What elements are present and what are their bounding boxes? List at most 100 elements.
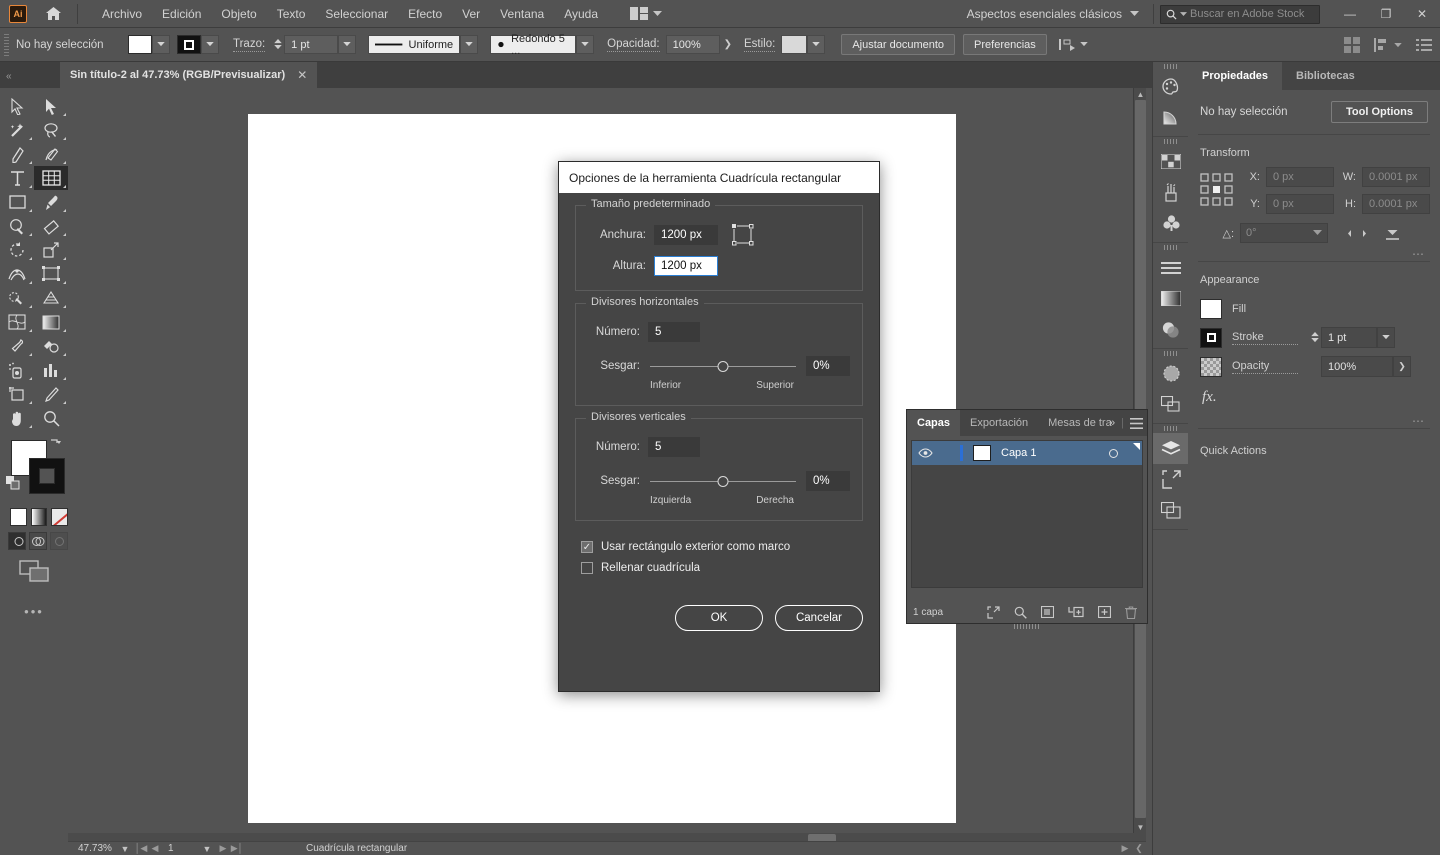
opacity-input[interactable]: 100% — [1321, 356, 1393, 377]
reference-point-icon[interactable] — [1200, 173, 1234, 207]
rectangle-tool[interactable] — [0, 190, 34, 214]
draw-inside-button[interactable] — [50, 532, 68, 550]
stroke-weight-dropdown[interactable] — [338, 35, 357, 54]
h-skew-knob[interactable] — [717, 360, 729, 372]
prev-artboard-button[interactable]: ◀ — [148, 843, 162, 854]
stroke-dropdown-arrow[interactable] — [201, 35, 219, 54]
rectangular-grid-tool[interactable] — [34, 166, 68, 190]
rail-grip[interactable] — [1153, 62, 1188, 71]
selection-tool[interactable] — [0, 94, 34, 118]
fill-dropdown-arrow[interactable] — [152, 35, 170, 54]
stroke-profile-dropdown[interactable] — [460, 35, 479, 54]
lasso-tool[interactable] — [34, 118, 68, 142]
layers-panel-icon[interactable] — [1153, 433, 1189, 464]
height-input[interactable]: 1200 px — [654, 256, 718, 276]
tab-propiedades[interactable]: Propiedades — [1188, 62, 1283, 90]
v-number-input[interactable]: 5 — [648, 437, 700, 457]
rail-grip[interactable] — [1153, 349, 1188, 358]
fill-color-swatch[interactable] — [128, 35, 152, 54]
tool-options-button[interactable]: Tool Options — [1330, 101, 1428, 123]
arrange-grid-icon[interactable] — [1344, 37, 1360, 53]
h-input[interactable]: 0.0001 px — [1362, 194, 1430, 214]
menu-item-objeto[interactable]: Objeto — [211, 3, 266, 25]
arrange-documents-icon[interactable] — [624, 4, 668, 23]
menu-item-ver[interactable]: Ver — [452, 3, 490, 25]
direct-selection-tool[interactable] — [34, 94, 68, 118]
swap-fill-stroke-icon[interactable] — [48, 436, 62, 450]
gradient-panel-icon[interactable] — [1153, 283, 1189, 314]
document-tab[interactable]: Sin título-2 al 47.73% (RGB/Previsualiza… — [60, 62, 318, 88]
tab-scroll-left[interactable]: « — [6, 71, 11, 82]
brushes-panel-icon[interactable] — [1153, 177, 1189, 208]
opacity-flyout-arrow[interactable]: ❯ — [720, 39, 736, 50]
gradient-mode-button[interactable] — [30, 508, 48, 526]
v-skew-knob[interactable] — [717, 475, 729, 487]
fill-grid-checkbox[interactable] — [581, 562, 593, 574]
outer-rect-checkbox-row[interactable]: ✓ Usar rectángulo exterior como marco — [575, 541, 863, 553]
graphic-style-dropdown[interactable] — [807, 35, 826, 54]
stroke-weight-stepper[interactable] — [271, 35, 284, 54]
slice-tool[interactable] — [34, 382, 68, 406]
menu-item-ayuda[interactable]: Ayuda — [554, 3, 608, 25]
create-sublayer-icon[interactable] — [1068, 606, 1084, 619]
color-panel-icon[interactable] — [1153, 71, 1189, 102]
h-skew-input[interactable]: 0% — [806, 356, 850, 376]
scale-tool[interactable] — [34, 238, 68, 262]
color-guide-icon[interactable] — [1153, 102, 1189, 133]
menu-item-edicion[interactable]: Edición — [152, 3, 211, 25]
y-input[interactable]: 0 px — [1266, 194, 1334, 214]
align-to-selection[interactable] — [1058, 38, 1088, 52]
fill-swatch[interactable] — [1200, 298, 1222, 319]
first-artboard-button[interactable]: │◀ — [134, 843, 148, 854]
stroke-color-box[interactable] — [29, 458, 65, 494]
hand-tool[interactable] — [0, 406, 34, 430]
draw-normal-button[interactable] — [8, 532, 26, 550]
transform-more-icon[interactable]: ⋯ — [1188, 243, 1440, 261]
layer-name[interactable]: Capa 1 — [1001, 447, 1036, 459]
panel-resize-grip[interactable] — [1014, 624, 1040, 629]
column-graph-tool[interactable] — [34, 358, 68, 382]
shaper-tool[interactable] — [0, 214, 34, 238]
stroke-weight-input[interactable]: 1 pt — [1321, 327, 1377, 348]
workspace-switcher[interactable]: Aspectos esenciales clásicos — [959, 3, 1147, 25]
asset-export-icon[interactable] — [1153, 464, 1189, 495]
menu-item-efecto[interactable]: Efecto — [398, 3, 452, 25]
menu-item-ventana[interactable]: Ventana — [490, 3, 554, 25]
tab-exportacion[interactable]: Exportación — [960, 410, 1038, 436]
target-indicator-icon[interactable] — [1109, 448, 1118, 458]
perspective-grid-tool[interactable] — [34, 286, 68, 310]
scroll-down-arrow[interactable]: ▼ — [1134, 821, 1146, 833]
last-artboard-button[interactable]: ▶│ — [230, 843, 244, 854]
toolbar-more-icon[interactable]: ••• — [0, 582, 68, 619]
free-transform-tool[interactable] — [34, 262, 68, 286]
menu-item-seleccionar[interactable]: Seleccionar — [315, 3, 398, 25]
control-bar-grip[interactable] — [4, 33, 10, 56]
w-input[interactable]: 0.0001 px — [1362, 167, 1430, 187]
close-icon[interactable]: ✕ — [297, 68, 307, 82]
opacity-swatch[interactable] — [1200, 356, 1222, 377]
type-tool[interactable] — [0, 166, 34, 190]
align-panel-icon[interactable] — [1374, 38, 1402, 52]
gradient-tool[interactable] — [34, 310, 68, 334]
find-icon[interactable] — [1014, 606, 1027, 619]
zoom-level[interactable]: 47.73% — [68, 843, 116, 854]
brush-dropdown[interactable] — [576, 35, 595, 54]
next-artboard-button[interactable]: ▶ — [216, 843, 230, 854]
tab-capas[interactable]: Capas — [907, 410, 961, 436]
color-mode-button[interactable] — [10, 508, 27, 526]
preferences-button[interactable]: Preferencias — [963, 34, 1047, 55]
reference-point-icon[interactable] — [732, 224, 754, 246]
menu-item-archivo[interactable]: Archivo — [92, 3, 152, 25]
make-clipping-mask-icon[interactable] — [1041, 605, 1054, 619]
appearance-more-icon[interactable]: ⋯ — [1188, 410, 1440, 428]
stroke-weight-dropdown[interactable] — [1377, 327, 1395, 348]
flip-horizontal-icon[interactable] — [1348, 226, 1366, 241]
fx-button[interactable]: fx. — [1188, 381, 1440, 410]
v-skew-input[interactable]: 0% — [806, 471, 850, 491]
outer-rect-checkbox[interactable]: ✓ — [581, 541, 593, 553]
brush-definition-select[interactable]: Redondo 5 ... — [490, 33, 577, 57]
rail-grip[interactable] — [1153, 424, 1188, 433]
graphic-style-swatch[interactable] — [781, 35, 808, 54]
create-new-layer-icon[interactable] — [1098, 605, 1111, 619]
mesh-tool[interactable] — [0, 310, 34, 334]
